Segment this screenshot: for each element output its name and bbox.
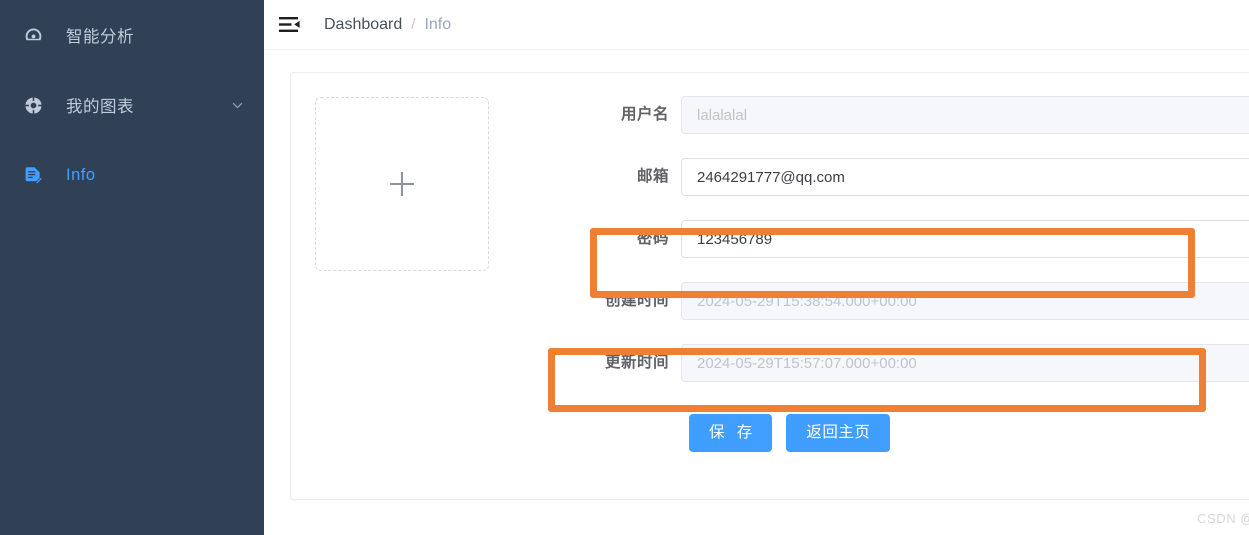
form-row-username: 用户名 [591, 96, 1249, 134]
save-button[interactable]: 保 存 [689, 414, 773, 452]
sidebar-item-info[interactable]: Info [0, 147, 264, 203]
back-home-button[interactable]: 返回主页 [786, 414, 891, 452]
breadcrumb: Dashboard / Info [324, 16, 451, 34]
navbar: Dashboard / Info [264, 0, 1249, 50]
form-row-password: 密码 [591, 220, 1249, 258]
chevron-down-icon[interactable] [230, 98, 244, 112]
main-area: Dashboard / Info 用户名 lalalalal 邮箱 246429… [264, 0, 1249, 535]
email-label: 邮箱 [636, 168, 669, 185]
plus-icon [387, 169, 417, 199]
sidebar-item-label: 我的图表 [66, 98, 134, 116]
user-info-form: 用户名 邮箱 密码 创建时间 [591, 96, 1249, 452]
username-input [681, 96, 1249, 134]
user-info-card: 用户名 邮箱 密码 创建时间 [290, 72, 1249, 500]
update-time-input [681, 344, 1249, 382]
password-label: 密码 [636, 230, 669, 247]
email-input[interactable] [681, 158, 1249, 196]
pie-chart-icon [22, 94, 44, 116]
watermark: CSDN @南暖xi [1196, 511, 1249, 526]
sidebar-item-my-charts[interactable]: 我的图表 [0, 77, 264, 133]
form-row-create-time: 创建时间 [591, 282, 1249, 320]
form-actions: 保 存 返回主页 [689, 414, 1249, 452]
breadcrumb-current[interactable]: Info [424, 16, 451, 34]
avatar-upload-box[interactable] [315, 97, 489, 271]
update-time-label: 更新时间 [604, 354, 669, 371]
sidebar-item-analytics[interactable]: 智能分析 [0, 7, 264, 63]
form-row-email: 邮箱 [591, 158, 1249, 196]
username-label: 用户名 [620, 106, 669, 123]
sidebar-item-label: Info [66, 165, 96, 184]
create-time-label: 创建时间 [604, 292, 669, 309]
app-root: 智能分析 我的图表 Info Dashboard / Info 用户名 lala… [0, 0, 1249, 535]
document-edit-icon [22, 164, 44, 186]
breadcrumb-separator: / [411, 16, 416, 33]
sidebar-item-label: 智能分析 [66, 28, 134, 46]
password-input[interactable] [681, 220, 1249, 258]
create-time-input [681, 282, 1249, 320]
sidebar: 智能分析 我的图表 Info [0, 0, 264, 535]
breadcrumb-root: Dashboard [324, 15, 403, 33]
dashboard-gauge-icon [22, 24, 44, 46]
content-area: 用户名 邮箱 密码 创建时间 [264, 50, 1249, 535]
hamburger-collapse-icon[interactable] [278, 15, 300, 35]
form-row-update-time: 更新时间 [591, 344, 1249, 382]
